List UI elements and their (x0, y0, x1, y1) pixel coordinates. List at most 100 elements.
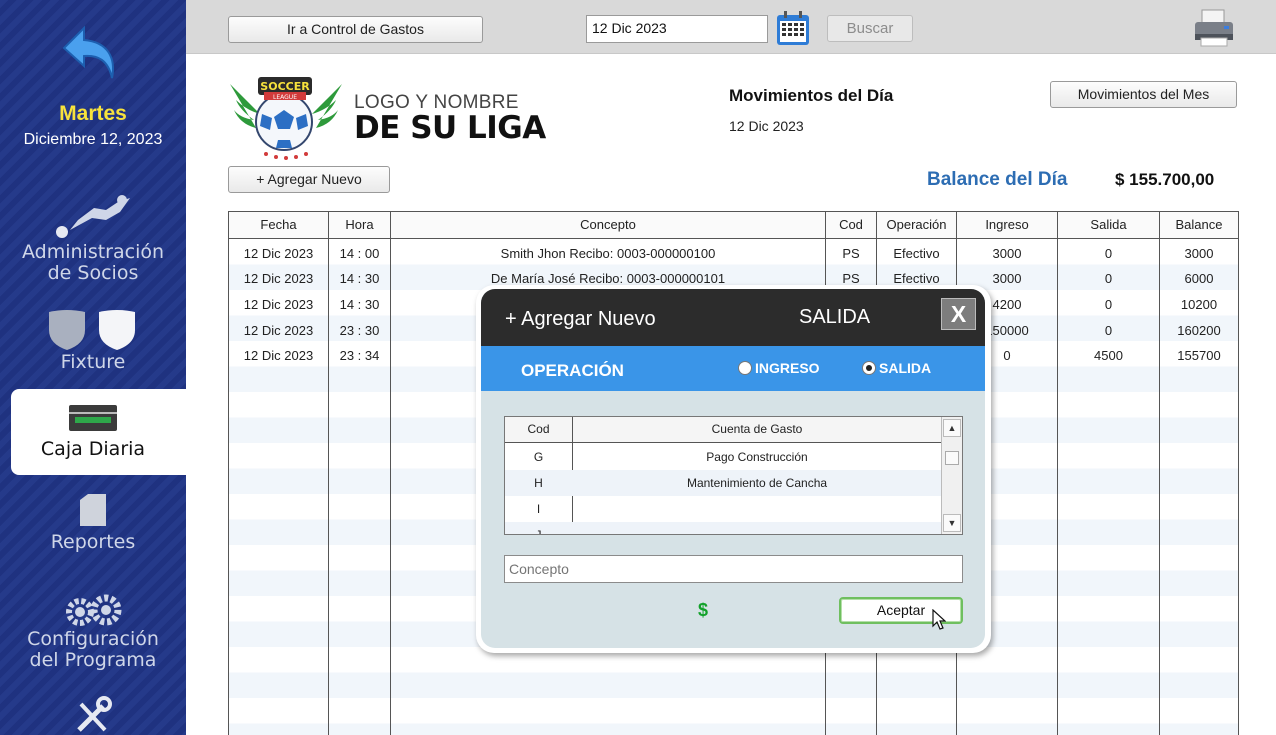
sidebar-item-socios[interactable]: Administración de Socios (0, 190, 186, 290)
dialog-title: + Agregar Nuevo (505, 308, 656, 330)
day-name: Martes (59, 102, 127, 125)
column-header-salida[interactable]: Salida (1058, 212, 1159, 238)
expenses-control-button[interactable]: Ir a Control de Gastos (228, 16, 483, 43)
sidebar-item-label: Caja Diaria (40, 438, 146, 460)
sidebar-item-label: Fixture (60, 351, 126, 373)
list-item[interactable]: H Mantenimiento de Cancha (505, 470, 941, 496)
account-list-header: Cod Cuenta de Gasto (505, 417, 941, 443)
cell-hora: 14 : 30 (339, 271, 380, 286)
back-arrow-icon[interactable] (58, 22, 120, 84)
account-code: G (533, 450, 544, 464)
cash-register-icon (69, 405, 117, 431)
document-icon (80, 494, 106, 526)
concept-input[interactable] (504, 555, 963, 583)
cell-salida: 0 (1104, 246, 1113, 261)
radio-ingreso[interactable]: INGRESO (738, 360, 820, 376)
date-field[interactable]: 12 Dic 2023 (586, 15, 768, 43)
account-code: H (534, 476, 543, 490)
list-item[interactable]: I (505, 496, 941, 522)
balance-label: Balance del Día (927, 169, 1068, 190)
cell-balance: 6000 (1184, 271, 1214, 286)
sidebar-item-label: Configuración (27, 628, 159, 650)
cell-operacion: Efectivo (893, 246, 940, 261)
app-window: Martes Diciembre 12, 2023 Administración… (0, 0, 1276, 735)
cell-fecha: 12 Dic 2023 (243, 246, 314, 261)
cell-salida: 4500 (1094, 348, 1123, 363)
sidebar: Martes Diciembre 12, 2023 Administración… (0, 0, 186, 735)
cell-fecha: 12 Dic 2023 (243, 323, 314, 338)
cell-salida: 0 (1104, 297, 1113, 312)
day-date: Diciembre 12, 2023 (23, 131, 163, 148)
cell-concepto: Smith Jhon Recibo: 0003-000000100 (500, 246, 716, 261)
tools-icon (77, 696, 112, 732)
column-header-concepto[interactable]: Concepto (391, 212, 825, 238)
operation-bar: OPERACIÓN INGRESO SALIDA (481, 346, 985, 391)
dialog-header: + Agregar Nuevo SALIDA X (481, 289, 985, 346)
cell-hora: 14 : 00 (339, 246, 380, 261)
gears-icon (66, 594, 122, 626)
cell-balance: 3000 (1184, 246, 1214, 261)
sidebar-item-reportes[interactable]: Reportes (0, 492, 186, 556)
scroll-thumb[interactable] (945, 451, 959, 465)
close-button[interactable]: X (941, 298, 976, 330)
column-header-cod[interactable]: Cod (505, 417, 572, 443)
column-header-fecha[interactable]: Fecha (229, 212, 328, 238)
scrollbar[interactable]: ▲ ▼ (941, 417, 962, 534)
cell-salida: 0 (1104, 323, 1113, 338)
table-row[interactable]: 12 Dic 2023 14 : 00 Smith Jhon Recibo: 0… (229, 241, 1238, 267)
movements-title: Movimientos del Día (729, 86, 894, 105)
column-header-balance[interactable]: Balance (1160, 212, 1238, 238)
league-logo: SOCCER LEAGUE (230, 77, 342, 160)
sidebar-item-label: de Socios (47, 262, 139, 284)
printer-icon[interactable] (1192, 8, 1236, 48)
cell-fecha: 12 Dic 2023 (243, 348, 314, 363)
sidebar-item-label: Reportes (50, 531, 136, 553)
cell-cod: PS (842, 246, 860, 261)
calendar-icon[interactable] (776, 10, 810, 46)
dialog-body: + Agregar Nuevo SALIDA X OPERACIÓN INGRE… (481, 289, 985, 648)
add-new-button[interactable]: + Agregar Nuevo (228, 166, 390, 193)
cell-balance: 10200 (1180, 297, 1218, 312)
balance-value: $ 155.700,00 (1115, 170, 1215, 189)
sidebar-item-herramientas[interactable] (0, 696, 186, 735)
account-name: Pago Construcción (706, 450, 808, 464)
mouse-cursor-icon (932, 609, 946, 630)
sidebar-item-label: Administración (21, 241, 165, 263)
account-name: Mantenimiento de Cancha (686, 476, 828, 490)
sidebar-item-fixture[interactable]: Fixture (0, 306, 186, 380)
radio-ingreso-label: INGRESO (755, 360, 820, 376)
cell-balance: 155700 (1177, 348, 1221, 363)
list-item[interactable]: J (505, 522, 941, 534)
column-header-cod[interactable]: Cod (826, 212, 876, 238)
logo-name-line2: DE SU LIGA (354, 110, 546, 146)
operation-label: OPERACIÓN (521, 361, 624, 380)
table-header: Fecha Hora Concepto Cod Operación Ingres… (229, 212, 1238, 239)
shield-icon (49, 310, 135, 350)
top-toolbar: Ir a Control de Gastos 12 Dic 2023 Busca… (186, 0, 1276, 54)
radio-salida[interactable]: SALIDA (862, 360, 931, 376)
column-header-hora[interactable]: Hora (329, 212, 390, 238)
scroll-down-icon[interactable]: ▼ (943, 514, 961, 532)
sidebar-item-caja-diaria[interactable]: Caja Diaria (11, 389, 186, 475)
account-code: I (536, 502, 541, 516)
expense-account-list[interactable]: Cod Cuenta de Gasto G Pago Construcción … (504, 416, 963, 535)
column-header-operacion[interactable]: Operación (877, 212, 956, 238)
cell-hora: 23 : 30 (339, 323, 380, 338)
column-header-ingreso[interactable]: Ingreso (957, 212, 1057, 238)
search-button[interactable]: Buscar (827, 15, 913, 42)
radio-circle-icon (738, 361, 752, 375)
currency-symbol: $ (698, 600, 709, 620)
cell-fecha: 12 Dic 2023 (243, 297, 314, 312)
cell-fecha: 12 Dic 2023 (243, 271, 314, 286)
cell-ingreso: 3000 (992, 246, 1022, 261)
radio-salida-label: SALIDA (879, 360, 932, 376)
monthly-movements-button[interactable]: Movimientos del Mes (1050, 81, 1237, 108)
list-item[interactable]: G Pago Construcción (505, 444, 941, 470)
cell-salida: 0 (1104, 271, 1113, 286)
cell-hora: 23 : 34 (339, 348, 380, 363)
cell-hora: 14 : 30 (339, 297, 380, 312)
dialog-kind: SALIDA (799, 306, 871, 328)
sidebar-item-configuracion[interactable]: Configuración del Programa (0, 594, 186, 676)
scroll-up-icon[interactable]: ▲ (943, 419, 961, 437)
column-header-cuenta[interactable]: Cuenta de Gasto (573, 417, 941, 443)
